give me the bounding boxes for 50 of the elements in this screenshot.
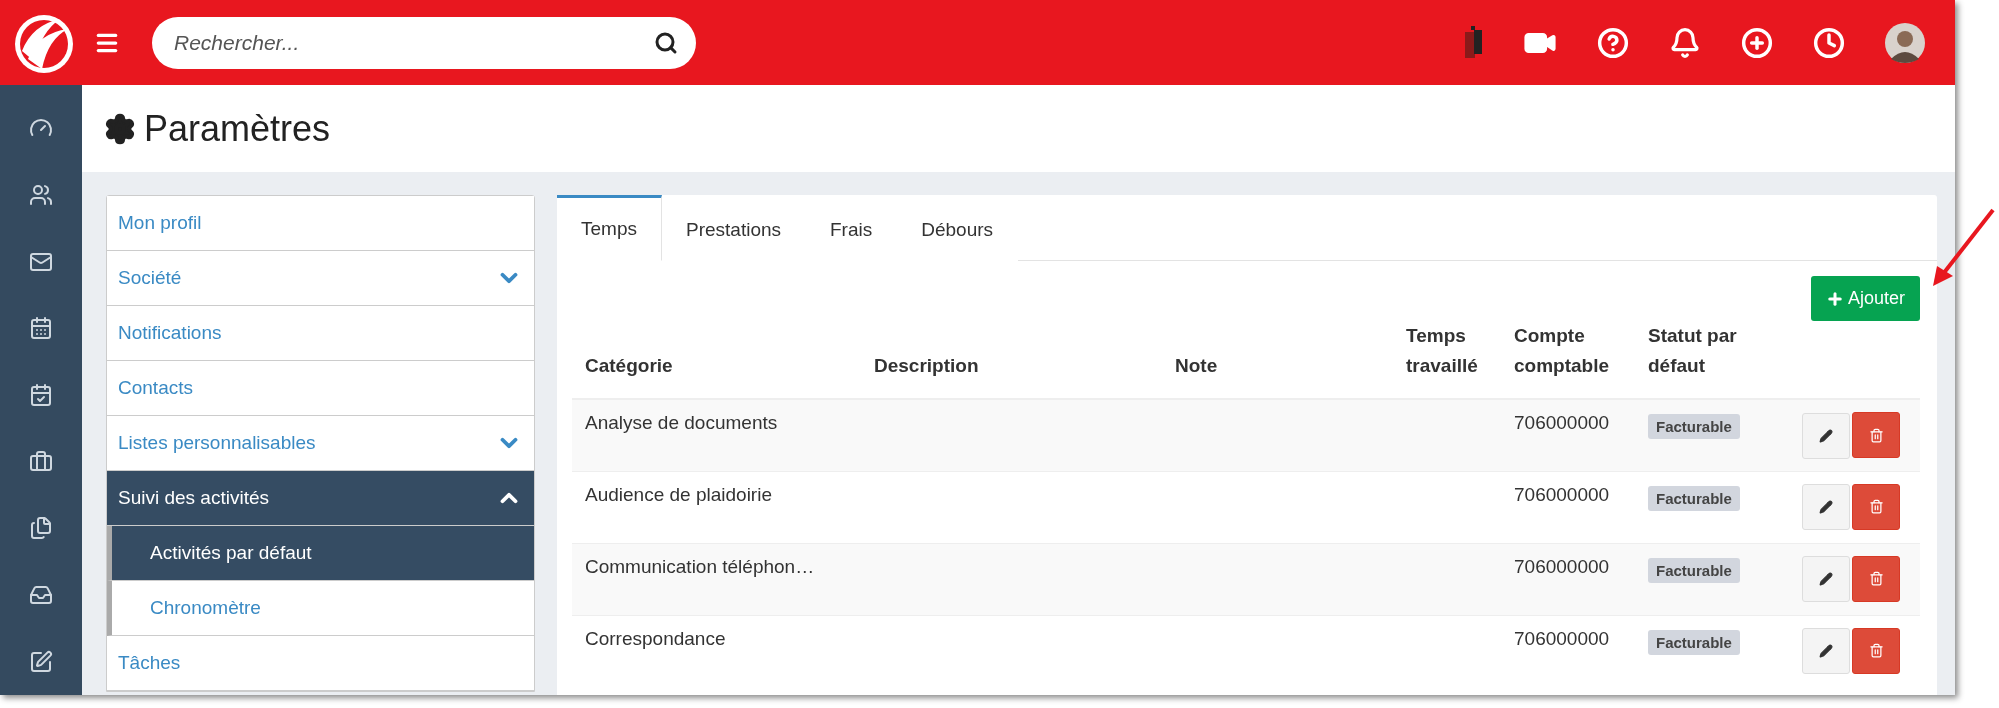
page-title: Paramètres <box>144 107 331 150</box>
tab[interactable]: Temps <box>557 195 662 261</box>
table-cell: 706000000 <box>1514 412 1610 433</box>
table-cell: 706000000 <box>1514 555 1610 577</box>
table-cell: 706000000 <box>1514 483 1610 505</box>
column-header: Compte comptable <box>1514 325 1610 376</box>
pencil-icon <box>1819 428 1833 443</box>
plus-icon <box>1825 289 1844 308</box>
pencil-icon <box>1819 644 1833 658</box>
edit-button[interactable] <box>1802 484 1850 530</box>
column-header: Statut par défaut <box>1648 325 1737 376</box>
trash-icon <box>1868 499 1884 514</box>
table-cell: Audience de plaidoirie <box>585 483 772 505</box>
trash-icon <box>1868 427 1884 443</box>
status-badge: Facturable <box>1648 557 1740 583</box>
column-header: Catégorie <box>585 355 673 376</box>
trash-icon <box>1868 643 1884 658</box>
delete-button[interactable] <box>1852 483 1900 530</box>
table-cell: Communication téléphon… <box>585 555 815 577</box>
settings-menu-item[interactable]: Chronomètre <box>107 581 534 636</box>
add-button[interactable]: Ajouter <box>1810 276 1920 321</box>
edit-button[interactable] <box>1802 628 1850 674</box>
column-header: Note <box>1175 355 1218 376</box>
pencil-icon <box>1819 500 1833 514</box>
status-badge: Facturable <box>1648 485 1740 511</box>
status-badge: Facturable <box>1648 414 1740 439</box>
help-icon[interactable] <box>1597 26 1629 59</box>
delete-button[interactable] <box>1852 627 1900 674</box>
trash-icon <box>1868 571 1884 586</box>
column-header: Temps travaillé <box>1406 325 1478 376</box>
edit-button[interactable] <box>1802 556 1850 602</box>
search-bar[interactable]: Rechercher... <box>152 16 696 69</box>
add-icon[interactable] <box>1741 26 1773 59</box>
table-cell: 706000000 <box>1514 627 1610 649</box>
table-cell: Analyse de documents <box>585 412 778 433</box>
table-cell: Correspondance <box>585 627 726 649</box>
delete-button[interactable] <box>1852 555 1900 602</box>
pencil-icon <box>1819 572 1833 586</box>
settings-icon <box>104 112 136 145</box>
settings-menu-item[interactable]: Activités par défaut <box>107 526 534 581</box>
search-icon <box>654 30 678 55</box>
settings-menu-item[interactable]: Mon profil <box>107 196 534 251</box>
avatar-icon[interactable] <box>1885 22 1925 63</box>
figure-icon[interactable] <box>1465 25 1483 60</box>
status-badge: Facturable <box>1648 629 1740 655</box>
bell-icon[interactable] <box>1669 26 1701 59</box>
edit-button[interactable] <box>1802 412 1850 459</box>
clock-icon[interactable] <box>1813 26 1845 59</box>
settings-menu-item[interactable]: Suivi des activités <box>107 471 534 526</box>
column-header: Description <box>874 355 979 376</box>
